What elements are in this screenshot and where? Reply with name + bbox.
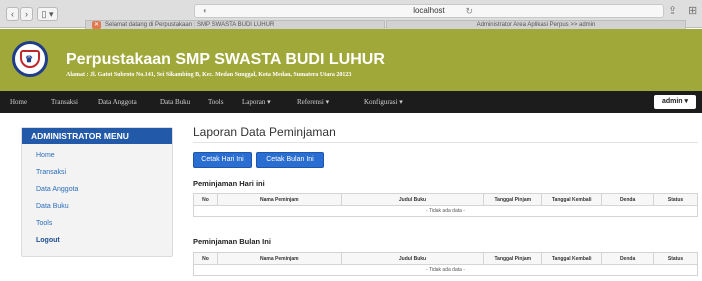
column-header: Denda: [601, 193, 655, 206]
sidebar-item-home[interactable]: Home: [36, 152, 55, 159]
sidebar-toggle-icon[interactable]: ▯ ▾: [37, 7, 58, 21]
sidebar-item-logout[interactable]: Logout: [36, 237, 60, 244]
sidebar-item-data-buku[interactable]: Data Buku: [36, 203, 69, 210]
section-title-today: Peminjaman Hari ini: [193, 179, 265, 188]
nav-tools[interactable]: Tools: [208, 98, 223, 106]
table-row: - Tidak ada data -: [193, 205, 698, 217]
nav-home[interactable]: Home: [10, 98, 27, 106]
nav-data-buku[interactable]: Data Buku: [160, 98, 190, 106]
table-row: - Tidak ada data -: [193, 264, 698, 276]
column-header: Tanggal Kembali: [541, 193, 603, 206]
title-divider: [193, 142, 698, 143]
column-header: Status: [653, 252, 698, 265]
nav-laporan-dropdown[interactable]: Laporan ▾: [242, 98, 271, 106]
nav-transaksi[interactable]: Transaksi: [51, 98, 78, 106]
site-info-icon: ◐: [203, 6, 208, 15]
sidebar-title: ADMINISTRATOR MENU: [22, 128, 172, 144]
column-header: Judul Buku: [340, 252, 485, 265]
user-menu-button[interactable]: admin ▾: [654, 95, 696, 109]
section-title-month: Peminjaman Bulan Ini: [193, 237, 271, 246]
page-title: Laporan Data Peminjaman: [193, 125, 336, 139]
empty-table-message: - Tidak ada data -: [193, 264, 698, 276]
sidebar-item-tools[interactable]: Tools: [36, 220, 52, 227]
nav-konfigurasi-dropdown[interactable]: Konfigurasi ▾: [364, 98, 403, 106]
nav-data-anggota[interactable]: Data Anggota: [98, 98, 137, 106]
column-header: No: [193, 193, 218, 206]
main-navbar: Home Transaksi Data Anggota Data Buku To…: [0, 91, 702, 113]
column-header: No: [193, 252, 218, 265]
tab-title: Administrator Area Aplikasi Perpus >> ad…: [476, 22, 596, 28]
sidebar-item-data-anggota[interactable]: Data Anggota: [36, 186, 78, 193]
table-header-row: No Nama Peminjam Judul Buku Tanggal Pinj…: [193, 193, 698, 206]
reload-icon[interactable]: ↻: [465, 5, 473, 17]
school-logo: ♛: [12, 41, 48, 77]
column-header: Denda: [601, 252, 655, 265]
empty-table-message: - Tidak ada data -: [193, 205, 698, 217]
forward-button[interactable]: ›: [20, 7, 33, 21]
loans-today-table: No Nama Peminjam Judul Buku Tanggal Pinj…: [193, 193, 698, 217]
print-today-button[interactable]: Cetak Hari Ini: [193, 152, 252, 168]
share-icon[interactable]: ⇪: [668, 4, 677, 17]
site-address: Alamat : Jl. Gatot Subroto No.141, Sei S…: [66, 72, 352, 78]
column-header: Nama Peminjam: [216, 193, 342, 206]
address-bar[interactable]: ◐ localhost ↻: [194, 4, 664, 18]
back-button[interactable]: ‹: [6, 7, 19, 21]
nav-referensi-dropdown[interactable]: Referensi ▾: [297, 98, 329, 106]
column-header: Nama Peminjam: [216, 252, 342, 265]
address-bar-text: localhost: [413, 6, 445, 15]
tab-title: Selamat datang di Perpustakaan : SMP SWA…: [105, 22, 275, 28]
table-header-row: No Nama Peminjam Judul Buku Tanggal Pinj…: [193, 252, 698, 265]
admin-sidebar: ADMINISTRATOR MENU Home Transaksi Data A…: [21, 127, 173, 257]
site-title: Perpustakaan SMP SWASTA BUDI LUHUR: [66, 51, 385, 68]
column-header: Status: [653, 193, 698, 206]
tab-favicon-icon: ✕: [92, 21, 101, 29]
loans-month-table: No Nama Peminjam Judul Buku Tanggal Pinj…: [193, 252, 698, 276]
tabs-overview-icon[interactable]: ⊞: [688, 4, 697, 17]
sidebar-item-transaksi[interactable]: Transaksi: [36, 169, 66, 176]
column-header: Tanggal Kembali: [541, 252, 603, 265]
column-header: Tanggal Pinjam: [483, 193, 543, 206]
column-header: Judul Buku: [340, 193, 485, 206]
print-month-button[interactable]: Cetak Bulan Ini: [256, 152, 324, 168]
browser-toolbar: ‹ › ▯ ▾ ◐ localhost ↻ ⇪ ⊞ ✕ Selamat datan…: [0, 0, 702, 30]
column-header: Tanggal Pinjam: [483, 252, 543, 265]
